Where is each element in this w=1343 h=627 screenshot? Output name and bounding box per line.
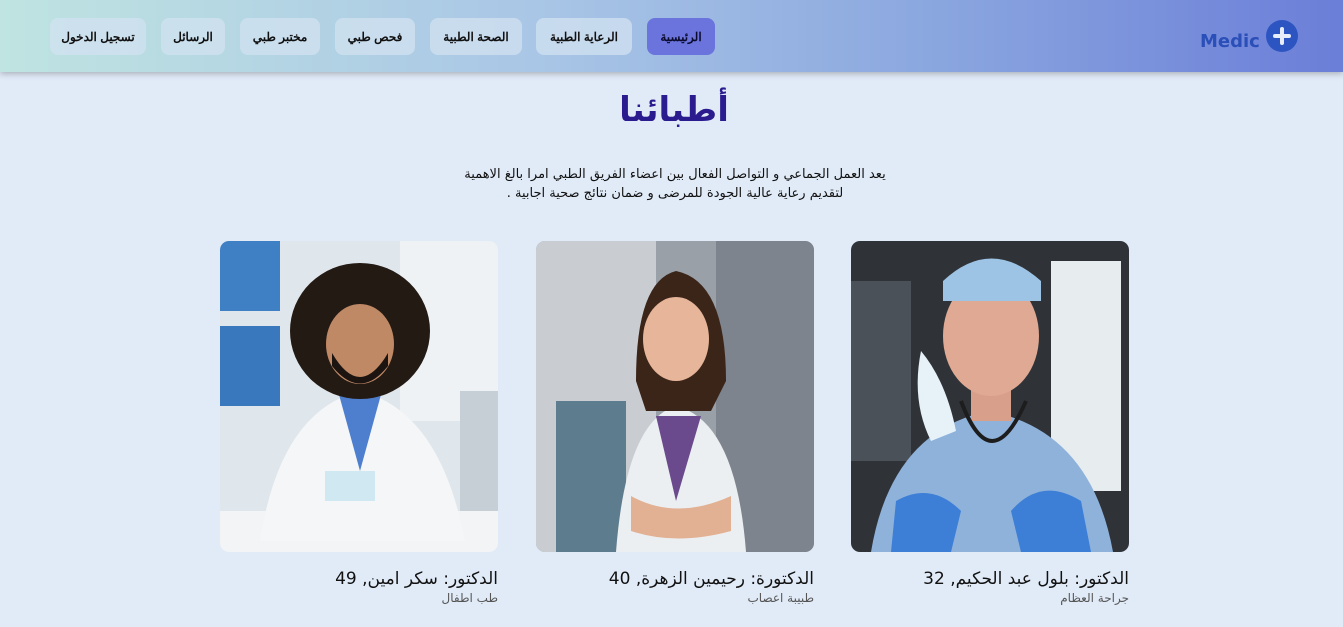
doctor-photo — [536, 241, 814, 552]
nav-messages[interactable]: الرسائل — [161, 18, 225, 55]
navbar: تسجيل الدخول الرسائل مختبر طبي فحص طبي ا… — [0, 0, 1343, 72]
intro-line-1: يعد العمل الجماعي و التواصل الفعال بين ا… — [464, 167, 886, 182]
nav-medical-health[interactable]: الصحة الطبية — [430, 18, 522, 55]
doctor-photo — [851, 241, 1129, 552]
doctor-name: الدكتورة: رحيمين الزهرة, 40 — [608, 569, 814, 589]
doctor-name: الدكتور: بلول عبد الحكيم, 32 — [923, 569, 1129, 589]
doctor-specialty: طب اطفال — [441, 591, 498, 605]
intro-text: يعد العمل الجماعي و التواصل الفعال بين ا… — [420, 165, 930, 203]
logo-text: Medic — [1200, 30, 1260, 52]
doctor-card[interactable]: الدكتورة: رحيمين الزهرة, 40 طبيبة اعصاب — [536, 241, 814, 605]
nav-login[interactable]: تسجيل الدخول — [50, 18, 146, 55]
logo[interactable]: Medic — [1200, 18, 1298, 54]
nav-medical-care[interactable]: الرعاية الطبية — [536, 18, 632, 55]
page-title: أطبائنا — [619, 90, 729, 130]
nav-medical-lab[interactable]: مختبر طبي — [240, 18, 320, 55]
doctor-card[interactable]: الدكتور: بلول عبد الحكيم, 32 جراحة العظا… — [851, 241, 1129, 605]
doctor-photo — [220, 241, 498, 552]
doctor-card[interactable]: الدكتور: سكر امين, 49 طب اطفال — [220, 241, 498, 605]
doctor-specialty: طبيبة اعصاب — [747, 591, 814, 605]
doctor-name: الدكتور: سكر امين, 49 — [335, 569, 498, 589]
nav-medical-exam[interactable]: فحص طبي — [335, 18, 415, 55]
plus-circle-icon — [1265, 20, 1298, 52]
intro-line-2: لتقديم رعاية عالية الجودة للمرضى و ضمان … — [506, 186, 844, 201]
nav-home[interactable]: الرئيسية — [647, 18, 715, 55]
doctor-specialty: جراحة العظام — [1060, 591, 1129, 605]
